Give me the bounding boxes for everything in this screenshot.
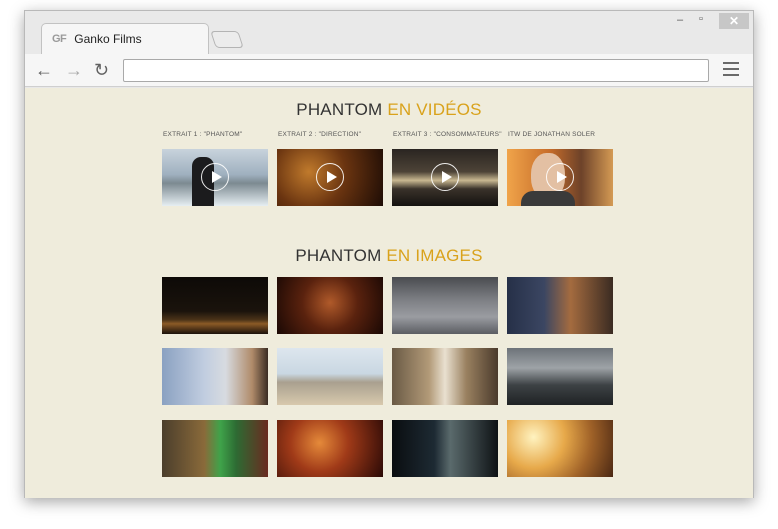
videos-section-title: PHANTOM EN VIDÉOS (25, 100, 753, 120)
image-thumbnail[interactable] (277, 420, 383, 477)
browser-window: GF Ganko Films – ▫ ✕ ← → ↻ PHANTOM EN VI… (24, 10, 754, 498)
videos-title-accent: EN VIDÉOS (387, 100, 482, 119)
image-thumbnail[interactable] (162, 348, 268, 405)
image-thumbnail[interactable] (507, 277, 613, 334)
browser-toolbar: ← → ↻ (25, 54, 753, 87)
menu-icon[interactable] (723, 62, 739, 80)
image-thumbnail[interactable] (277, 277, 383, 334)
maximize-icon[interactable]: ▫ (699, 13, 703, 25)
play-icon[interactable] (431, 163, 459, 191)
video-thumbnail-2[interactable] (277, 149, 383, 206)
video-thumbnail-1[interactable] (162, 149, 268, 206)
image-thumbnail[interactable] (277, 348, 383, 405)
video-thumbnail-4[interactable] (507, 149, 613, 206)
image-thumbnail[interactable] (162, 277, 268, 334)
play-icon[interactable] (316, 163, 344, 191)
video-label-3: EXTRAIT 3 : "CONSOMMATEURS" (393, 131, 502, 138)
tab-title: Ganko Films (74, 32, 142, 46)
video-label-1: EXTRAIT 1 : "PHANTOM" (163, 131, 243, 138)
new-tab-button[interactable] (210, 31, 244, 48)
image-thumbnail[interactable] (392, 348, 498, 405)
play-icon[interactable] (201, 163, 229, 191)
images-title-main: PHANTOM (295, 246, 382, 265)
video-label-2: EXTRAIT 2 : "DIRECTION" (278, 131, 362, 138)
image-thumbnail[interactable] (162, 420, 268, 477)
shirt-figure (521, 191, 575, 206)
image-thumbnail[interactable] (507, 348, 613, 405)
image-thumbnail[interactable] (392, 277, 498, 334)
reload-icon[interactable]: ↻ (94, 61, 109, 79)
image-thumbnail[interactable] (507, 420, 613, 477)
page-content: PHANTOM EN VIDÉOS EXTRAIT 1 : "PHANTOM" … (25, 88, 753, 498)
minimize-icon[interactable]: – (677, 14, 683, 26)
forward-arrow-icon[interactable]: → (65, 61, 83, 79)
address-bar[interactable] (123, 59, 709, 82)
close-icon[interactable]: ✕ (719, 13, 749, 29)
image-thumbnail[interactable] (392, 420, 498, 477)
video-thumbnail-3[interactable] (392, 149, 498, 206)
favicon-icon: GF (52, 33, 67, 45)
images-section-title: PHANTOM EN IMAGES (25, 246, 753, 266)
browser-tab[interactable]: GF Ganko Films (41, 23, 209, 54)
images-title-accent: EN IMAGES (386, 246, 483, 265)
play-icon[interactable] (546, 163, 574, 191)
videos-title-main: PHANTOM (296, 100, 383, 119)
video-label-4: ITW DE JONATHAN SOLER (508, 131, 596, 138)
back-arrow-icon[interactable]: ← (35, 61, 53, 79)
title-bar: GF Ganko Films – ▫ ✕ (25, 11, 753, 54)
